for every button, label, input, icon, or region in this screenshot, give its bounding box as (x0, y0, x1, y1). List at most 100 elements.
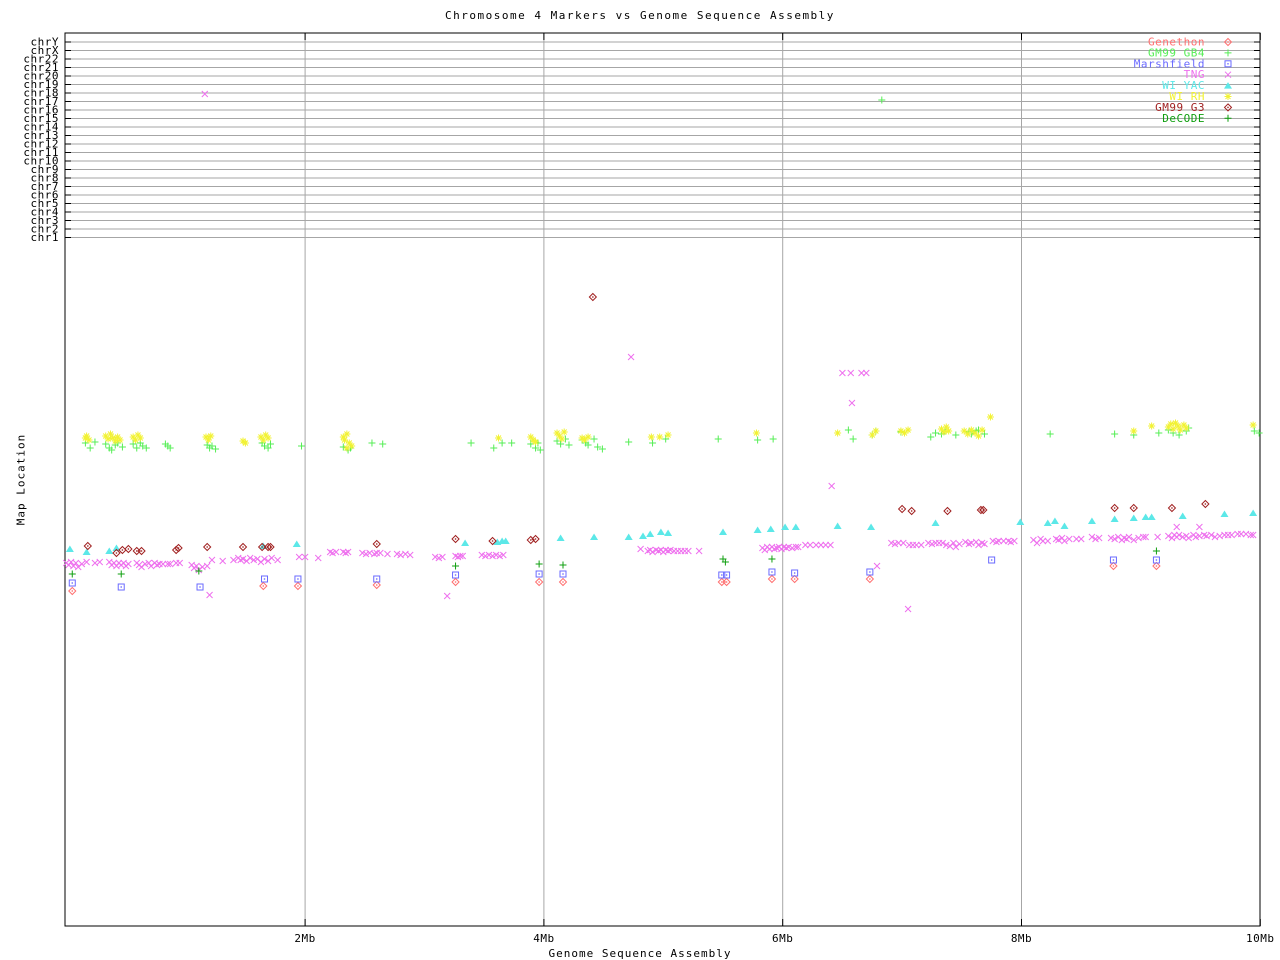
point (133, 444, 141, 452)
point (1169, 425, 1177, 433)
x-tick-label: 8Mb (1011, 932, 1032, 945)
point (790, 574, 799, 584)
point (866, 568, 874, 576)
point (341, 436, 349, 444)
point (293, 581, 303, 591)
point (714, 435, 722, 443)
point (219, 557, 227, 565)
point (201, 90, 209, 98)
point (627, 353, 635, 361)
point (1152, 561, 1161, 571)
point (1130, 427, 1138, 435)
point (443, 592, 451, 600)
point (1224, 114, 1232, 122)
point (117, 570, 125, 578)
point (68, 579, 76, 587)
point (535, 570, 543, 578)
point (1167, 503, 1177, 513)
point (368, 439, 376, 447)
point (117, 583, 125, 591)
point (978, 426, 986, 434)
point (1224, 71, 1232, 79)
x-tick-label: 4Mb (533, 932, 554, 945)
point (719, 528, 727, 535)
point (467, 439, 475, 447)
point (1182, 424, 1190, 432)
point (766, 525, 775, 532)
point (1060, 522, 1069, 529)
point (695, 547, 703, 555)
point (207, 432, 215, 440)
point (1200, 531, 1208, 539)
point (1224, 82, 1232, 89)
point (752, 429, 760, 437)
point (343, 430, 351, 438)
point (372, 580, 381, 590)
point (268, 554, 276, 562)
point (1249, 509, 1258, 516)
point (769, 435, 777, 443)
point (342, 549, 350, 557)
point (91, 438, 99, 446)
point (624, 533, 633, 540)
point (532, 438, 540, 446)
point (791, 523, 800, 530)
point (931, 519, 940, 526)
point (1110, 515, 1119, 522)
point (952, 431, 960, 439)
point (867, 523, 876, 530)
point (1224, 60, 1232, 68)
point (1249, 421, 1257, 429)
point (656, 528, 665, 535)
point (943, 506, 952, 516)
point (1178, 512, 1187, 519)
chromosome-lines: chrYchrXchr22chr21chr20chr19chr18chr17ch… (23, 36, 1260, 244)
point (904, 426, 912, 434)
point (754, 436, 762, 444)
point (490, 444, 498, 452)
point (292, 540, 301, 547)
point (274, 556, 281, 564)
point (125, 560, 132, 568)
point (722, 577, 731, 587)
point (298, 442, 306, 450)
series-genethon (68, 561, 1161, 596)
point (556, 534, 565, 541)
point (1228, 531, 1235, 539)
point (498, 439, 506, 447)
point (588, 292, 598, 302)
point (1175, 431, 1183, 439)
point (685, 547, 692, 555)
point (828, 482, 836, 490)
point (68, 570, 76, 578)
point (981, 540, 988, 548)
point (1077, 535, 1085, 543)
point (945, 427, 953, 435)
point (535, 560, 543, 568)
series-wi-rh (81, 413, 1257, 452)
point (558, 435, 566, 443)
point (105, 547, 114, 554)
point (379, 440, 387, 448)
point (82, 548, 91, 555)
point (717, 577, 727, 587)
point (1109, 561, 1118, 571)
point (65, 545, 74, 552)
point (1152, 547, 1160, 555)
point (1129, 514, 1138, 521)
point (1005, 537, 1012, 545)
point (136, 434, 144, 442)
point (132, 546, 141, 556)
point (314, 554, 322, 562)
point (878, 96, 886, 104)
point (646, 530, 655, 537)
series-gm99-g3 (83, 292, 1210, 558)
point (834, 429, 842, 437)
point (647, 433, 655, 441)
point (1046, 430, 1054, 438)
point (559, 561, 567, 569)
point (451, 534, 460, 544)
point (1050, 517, 1059, 524)
point (206, 591, 213, 599)
point (326, 548, 334, 556)
